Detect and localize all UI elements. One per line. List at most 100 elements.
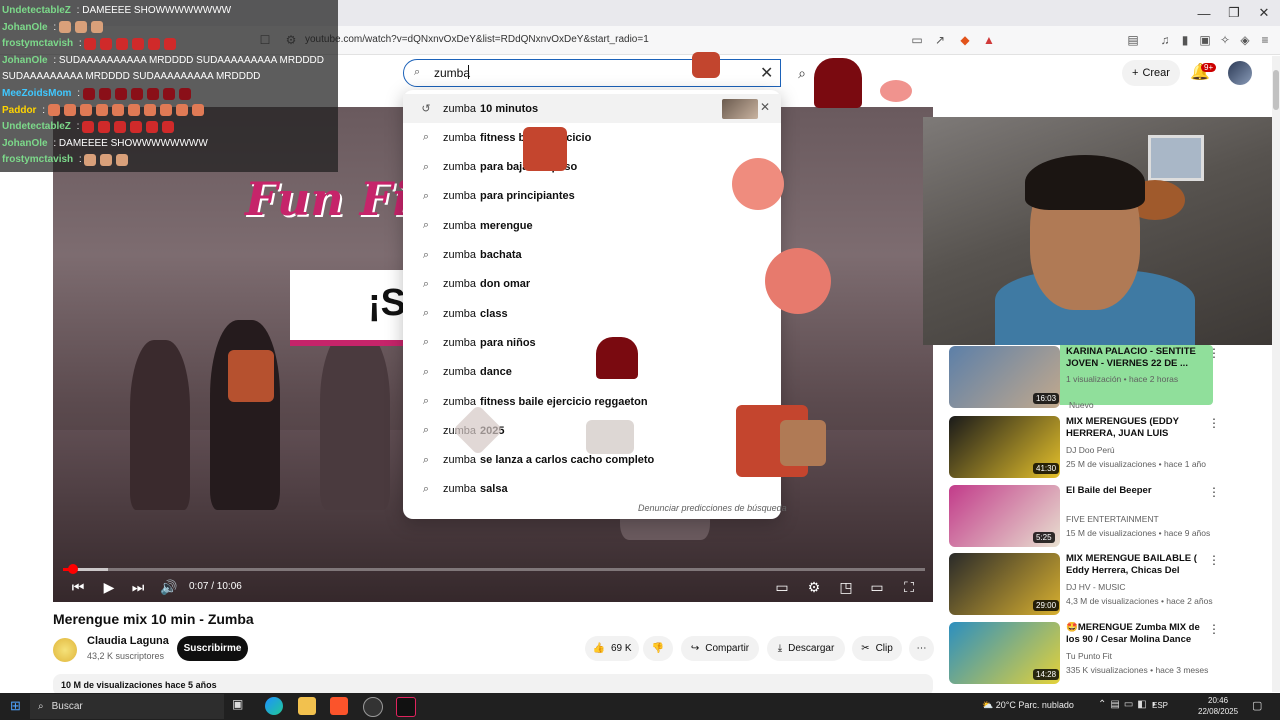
chat-username[interactable]: JohanOle xyxy=(2,138,48,149)
leo-icon[interactable]: ✧ xyxy=(1216,32,1234,48)
progress-bar[interactable] xyxy=(63,568,925,571)
chat-username[interactable]: UndetectableZ xyxy=(2,121,71,132)
search-submit-button[interactable]: ⌕ xyxy=(788,60,816,86)
chat-separator: : xyxy=(76,154,85,166)
dancer-figure xyxy=(320,330,390,510)
chat-username[interactable]: MeeZoidsMom xyxy=(2,88,71,99)
share-page-icon[interactable]: ↗ xyxy=(931,32,949,48)
chat-username[interactable]: frostymctavish xyxy=(2,38,73,49)
sidebar-icon[interactable]: ▮ xyxy=(1176,32,1194,48)
subtitles-icon[interactable]: ▭ xyxy=(771,578,793,596)
taskbar-search[interactable]: ⌕ Buscar xyxy=(30,694,224,719)
recommendation-menu-icon[interactable]: ⋮ xyxy=(1208,346,1220,360)
cast-icon[interactable]: ▭ xyxy=(908,32,926,48)
dislike-button[interactable]: 👎 xyxy=(643,636,673,661)
scrubber-handle[interactable] xyxy=(68,564,78,574)
next-icon[interactable]: ⏭ xyxy=(127,578,149,596)
weather-widget[interactable]: ⛅ 20°C Parc. nublado xyxy=(982,700,1074,711)
chat-username[interactable]: UndetectableZ xyxy=(2,5,71,16)
rewards-icon[interactable]: ▲ xyxy=(980,32,998,48)
suggestion-completion: se lanza a carlos cacho completo xyxy=(480,454,655,467)
recommendation-menu-icon[interactable]: ⋮ xyxy=(1208,553,1220,567)
suggestion-query-prefix: zumba xyxy=(443,131,477,144)
recommendation-menu-icon[interactable]: ⋮ xyxy=(1208,622,1220,636)
chat-username[interactable]: frostymctavish xyxy=(2,154,73,165)
recommendation-title[interactable]: KARINA PALACIO - SENTITE JOVEN - VIERNES… xyxy=(1066,346,1201,370)
windows-start-icon[interactable]: ⊞ xyxy=(10,698,21,714)
chat-emote xyxy=(162,87,175,100)
music-icon[interactable]: ♫ xyxy=(1156,32,1174,48)
search-suggestion[interactable]: ⌕zumbapara bajar de peso xyxy=(403,153,781,182)
recommendation-channel[interactable]: Tu Punto Fit xyxy=(1066,651,1112,661)
close-window-button[interactable]: ✕ xyxy=(1248,0,1280,26)
menu-icon[interactable]: ≡ xyxy=(1256,32,1274,48)
recommendation-channel[interactable]: DJ HV - MUSIC xyxy=(1066,582,1126,592)
account-avatar[interactable] xyxy=(1228,61,1252,85)
search-suggestion[interactable]: ⌕ zumba fitness baile ejercicio reggaeton xyxy=(403,387,781,416)
maximize-button[interactable]: ❐ xyxy=(1218,0,1250,26)
scrollbar-thumb[interactable] xyxy=(1273,70,1279,110)
face-sticker xyxy=(780,420,826,466)
search-suggestion[interactable]: ⌕ zumba para niños xyxy=(403,328,781,357)
search-suggestion[interactable]: ⌕ zumba class xyxy=(403,299,781,328)
obs-icon[interactable] xyxy=(363,697,383,717)
search-input-value[interactable]: zumba xyxy=(434,66,470,80)
recommendation-title[interactable]: MIX MERENGUES (EDDY HERRERA, JUAN LUIS G… xyxy=(1066,416,1201,440)
share-button[interactable]: ↪ Compartir xyxy=(681,636,759,661)
brave-shield-icon[interactable]: ◆ xyxy=(956,32,974,48)
recommendation-menu-icon[interactable]: ⋮ xyxy=(1208,416,1220,430)
recommendation-title[interactable]: 🤩MERENGUE Zumba MIX de los 90 / Cesar Mo… xyxy=(1066,622,1201,646)
remove-suggestion-icon[interactable]: ✕ xyxy=(760,100,770,114)
create-button[interactable]: + Crear xyxy=(1122,60,1180,86)
play-icon[interactable]: ▶ xyxy=(98,578,120,596)
clip-button[interactable]: ✂ Clip xyxy=(852,636,902,661)
edge-icon[interactable] xyxy=(265,697,283,715)
recommendation-title[interactable]: MIX MERENGUE BAILABLE ( Eddy Herrera, Ch… xyxy=(1066,553,1201,577)
channel-name[interactable]: Claudia Laguna xyxy=(87,635,169,647)
clear-search-icon[interactable]: ✕ xyxy=(760,63,773,83)
subscribe-button[interactable]: Suscribirme xyxy=(177,636,248,661)
volume-icon[interactable]: 🔊 xyxy=(158,578,180,596)
suggestion-query-prefix: zumba xyxy=(443,395,477,408)
recommendation-channel[interactable]: FIVE ENTERTAINMENT xyxy=(1066,514,1159,524)
recommendation-menu-icon[interactable]: ⋮ xyxy=(1208,485,1220,499)
reader-icon[interactable]: ▤ xyxy=(1124,32,1142,48)
theater-mode-icon[interactable]: ▭ xyxy=(866,578,888,596)
url-text[interactable]: youtube.com/watch?v=dQNxnvOxDeY&list=RDd… xyxy=(305,34,649,45)
search-suggestion[interactable]: ⌕ zumba salsa xyxy=(403,475,781,504)
search-suggestion[interactable]: ⌕zumbafitness baile ejercicio xyxy=(403,123,781,152)
chat-text: DAMEEEE SHOWWWWWWWW xyxy=(58,137,208,149)
like-button[interactable]: 👍 69 K xyxy=(585,636,639,661)
brave-browser-icon[interactable] xyxy=(330,697,348,715)
fullscreen-icon[interactable]: ⛶ xyxy=(898,578,920,596)
search-suggestion[interactable]: ⌕ zumba don omar xyxy=(403,270,781,299)
duration-badge: 14:28 xyxy=(1033,669,1060,680)
taskbar-clock[interactable]: 20:46 22/08/2025 xyxy=(1198,695,1238,717)
task-view-icon[interactable]: ▣ xyxy=(232,697,250,715)
vpn-icon[interactable]: ◈ xyxy=(1236,32,1254,48)
report-predictions-link[interactable]: Denunciar predicciones de búsqueda xyxy=(638,503,787,513)
search-suggestion[interactable]: ⌕ zumba para principiantes xyxy=(403,182,781,211)
tiktok-icon[interactable] xyxy=(396,697,416,717)
download-button[interactable]: ⤓ Descargar xyxy=(767,636,845,661)
page-scrollbar[interactable] xyxy=(1272,56,1280,692)
recommendation-title[interactable]: El Baile del Beeper xyxy=(1066,485,1201,509)
channel-avatar[interactable] xyxy=(53,638,77,662)
chat-username[interactable]: JohanOle xyxy=(2,22,48,33)
more-actions-button[interactable]: ⋯ xyxy=(909,636,934,661)
notification-center-icon[interactable]: ▢ xyxy=(1252,699,1262,712)
search-suggestion[interactable]: ⌕ zumba bachata xyxy=(403,241,781,270)
file-explorer-icon[interactable] xyxy=(298,697,316,715)
minimize-button[interactable]: — xyxy=(1188,0,1220,26)
search-suggestion[interactable]: ⌕ zumba dance xyxy=(403,358,781,387)
wallet-icon[interactable]: ▣ xyxy=(1196,32,1214,48)
previous-icon[interactable]: ⏮ xyxy=(67,578,89,596)
chat-username[interactable]: Paddor xyxy=(2,105,36,116)
miniplayer-icon[interactable]: ◳ xyxy=(835,578,857,596)
search-suggestion[interactable]: ⌕ zumba merengue xyxy=(403,211,781,240)
chat-emote xyxy=(111,104,124,117)
recommendation-channel[interactable]: DJ Doo Perú xyxy=(1066,445,1115,455)
language-indicator[interactable]: ESP xyxy=(1152,701,1168,710)
settings-gear-icon[interactable]: ⚙ xyxy=(803,578,825,596)
chat-username[interactable]: JohanOle xyxy=(2,55,48,66)
